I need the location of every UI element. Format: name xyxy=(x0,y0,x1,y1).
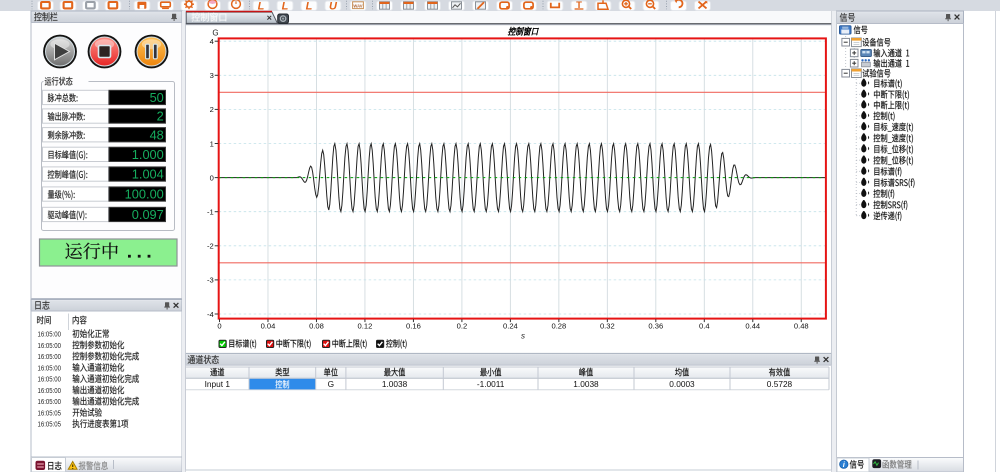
svg-text:1: 1 xyxy=(210,139,214,148)
svg-text:0.04: 0.04 xyxy=(261,322,276,331)
svg-text:16:05:00: 16:05:00 xyxy=(38,330,62,339)
svg-text:16:05:00: 16:05:00 xyxy=(38,375,62,384)
svg-text:Input 1: Input 1 xyxy=(205,379,231,389)
svg-text:16:05:05: 16:05:05 xyxy=(38,408,62,417)
svg-text:L: L xyxy=(282,0,289,12)
svg-text:0.2: 0.2 xyxy=(457,322,468,331)
svg-text:3: 3 xyxy=(210,71,214,80)
svg-text:0.24: 0.24 xyxy=(503,322,518,331)
svg-text:0.32: 0.32 xyxy=(600,322,615,331)
svg-text:0.16: 0.16 xyxy=(406,322,421,331)
svg-text:-3: -3 xyxy=(207,276,214,285)
svg-text:L: L xyxy=(306,0,313,12)
svg-text:0.28: 0.28 xyxy=(551,322,566,331)
svg-text:-4: -4 xyxy=(207,310,214,319)
svg-text:2: 2 xyxy=(157,109,164,124)
svg-text:G: G xyxy=(328,379,334,389)
svg-text:s: s xyxy=(521,332,525,341)
svg-text:U: U xyxy=(329,0,338,12)
svg-text:16:05:00: 16:05:00 xyxy=(38,386,62,395)
svg-text:16:05:00: 16:05:00 xyxy=(38,341,62,350)
svg-text:100.00: 100.00 xyxy=(125,187,164,202)
svg-text:0.4: 0.4 xyxy=(699,322,710,331)
svg-text:0.097: 0.097 xyxy=(132,207,164,222)
svg-text:1.0038: 1.0038 xyxy=(573,379,599,389)
svg-text:0.44: 0.44 xyxy=(745,322,760,331)
svg-text:-2: -2 xyxy=(207,242,214,251)
svg-text:-1: -1 xyxy=(207,208,214,217)
svg-text:4: 4 xyxy=(210,37,214,46)
svg-text:50: 50 xyxy=(150,90,164,105)
svg-text:0: 0 xyxy=(217,322,221,331)
svg-text:0.5728: 0.5728 xyxy=(767,379,793,389)
svg-text:0.12: 0.12 xyxy=(358,322,373,331)
svg-text:L: L xyxy=(258,0,265,12)
svg-text:G: G xyxy=(212,29,218,38)
svg-text:0.36: 0.36 xyxy=(648,322,663,331)
svg-text:2: 2 xyxy=(210,105,214,114)
svg-text:0.48: 0.48 xyxy=(794,322,809,331)
svg-text:16:05:00: 16:05:00 xyxy=(38,352,62,361)
svg-text:WAV: WAV xyxy=(353,3,362,8)
svg-text:1.004: 1.004 xyxy=(132,167,164,182)
svg-text:16:05:00: 16:05:00 xyxy=(38,363,62,372)
svg-text:0: 0 xyxy=(210,173,214,182)
svg-text:16:05:05: 16:05:05 xyxy=(38,420,62,429)
svg-text:48: 48 xyxy=(150,127,164,142)
svg-text:1.0038: 1.0038 xyxy=(382,379,408,389)
svg-text:16:05:00: 16:05:00 xyxy=(38,397,62,406)
svg-text:-1.0011: -1.0011 xyxy=(477,379,505,389)
svg-text:0.08: 0.08 xyxy=(309,322,324,331)
svg-text:0.0003: 0.0003 xyxy=(669,379,695,389)
svg-text:1.000: 1.000 xyxy=(132,147,164,162)
